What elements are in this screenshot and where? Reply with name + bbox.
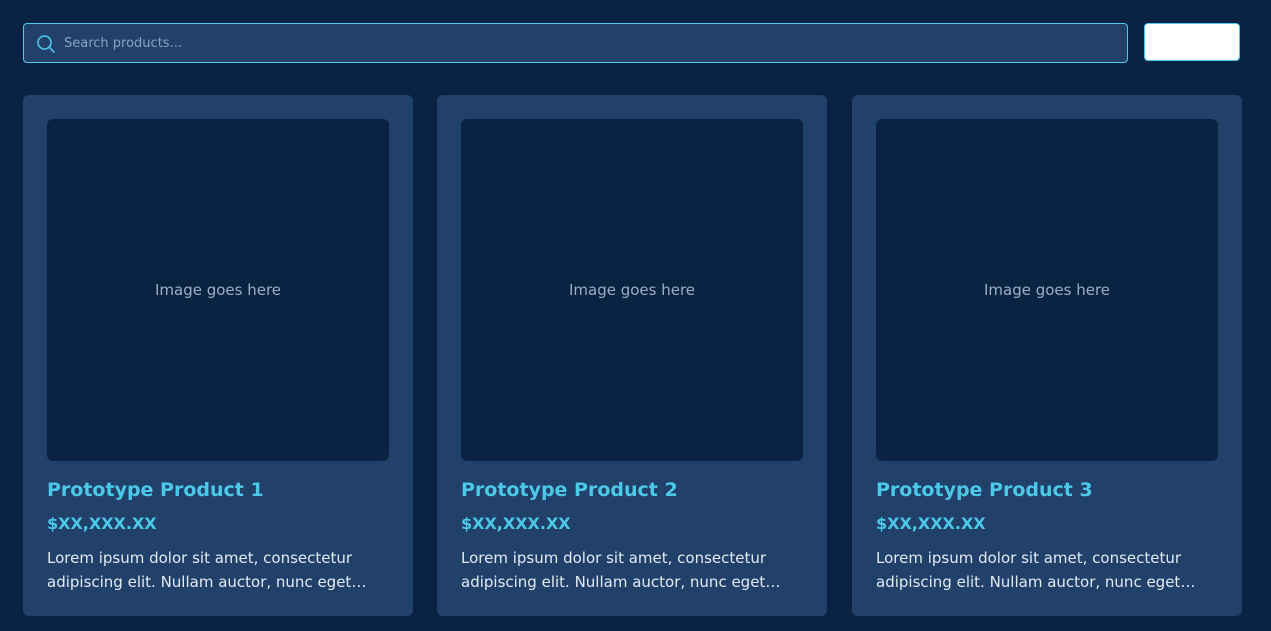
product-image-placeholder: Image goes here xyxy=(876,119,1218,461)
product-title[interactable]: Prototype Product 3 xyxy=(876,479,1093,501)
product-card[interactable]: Image goes here Prototype Product 3 $XX,… xyxy=(852,95,1242,616)
search-input[interactable] xyxy=(64,24,1114,62)
product-description: Lorem ipsum dolor sit amet, consectetur … xyxy=(47,549,353,591)
top-bar xyxy=(23,23,1242,63)
product-description: Lorem ipsum dolor sit amet, consectetur … xyxy=(876,549,1182,591)
product-card[interactable]: Image goes here Prototype Product 1 $XX,… xyxy=(23,95,413,616)
action-button[interactable] xyxy=(1144,23,1240,61)
image-placeholder-text: Image goes here xyxy=(154,281,282,299)
product-title[interactable]: Prototype Product 2 xyxy=(461,479,678,501)
product-description: Lorem ipsum dolor sit amet, consectetur … xyxy=(461,549,767,591)
image-placeholder-text: Image goes here xyxy=(983,281,1111,299)
product-price: $XX,XXX.XX xyxy=(876,514,986,533)
product-image-placeholder: Image goes here xyxy=(47,119,389,461)
search-icon xyxy=(36,34,56,54)
image-placeholder-text: Image goes here xyxy=(568,281,696,299)
product-price: $XX,XXX.XX xyxy=(461,514,571,533)
search-box[interactable] xyxy=(23,23,1128,63)
product-price: $XX,XXX.XX xyxy=(47,514,157,533)
product-image-placeholder: Image goes here xyxy=(461,119,803,461)
product-card[interactable]: Image goes here Prototype Product 2 $XX,… xyxy=(437,95,827,616)
product-title[interactable]: Prototype Product 1 xyxy=(47,479,264,501)
